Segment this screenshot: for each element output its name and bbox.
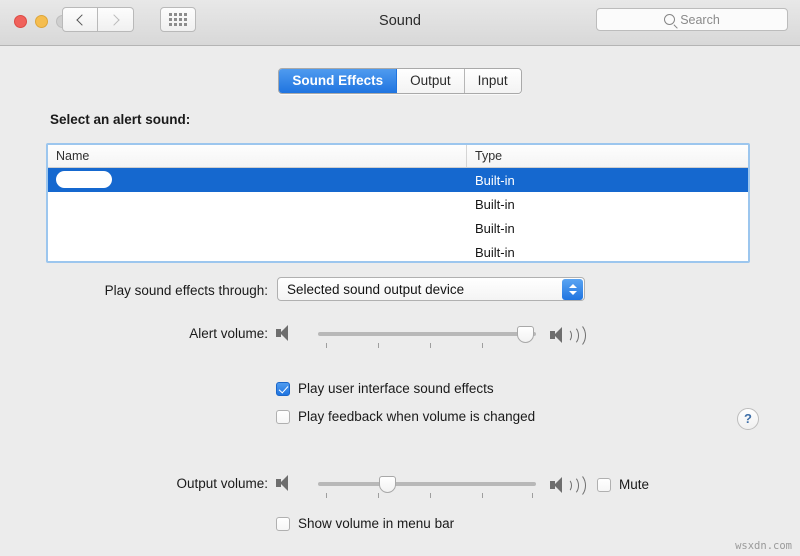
chevron-up-down-icon[interactable] — [562, 279, 583, 300]
ui-sound-effects-checkbox-row[interactable]: Play user interface sound effects — [276, 381, 494, 396]
volume-feedback-label: Play feedback when volume is changed — [298, 409, 536, 424]
slider-track[interactable] — [318, 482, 536, 486]
cell-name — [48, 219, 467, 237]
slider-knob[interactable] — [379, 476, 396, 493]
watermark: wsxdn.com — [735, 540, 792, 552]
speaker-loud-icon — [550, 323, 586, 348]
window-titlebar: Sound Search — [0, 0, 800, 46]
mute-checkbox[interactable] — [597, 477, 611, 492]
show-volume-menu-bar-label: Show volume in menu bar — [298, 516, 455, 531]
show-volume-menu-bar-checkbox[interactable] — [276, 516, 290, 531]
cell-type: Built-in — [475, 220, 515, 236]
volume-feedback-checkbox-row[interactable]: Play feedback when volume is changed — [276, 409, 535, 424]
search-input[interactable]: Search — [596, 8, 788, 31]
show-volume-menu-bar-checkbox-row[interactable]: Show volume in menu bar — [276, 516, 454, 531]
output-volume-label: Output volume: — [176, 476, 268, 491]
cell-name — [48, 170, 467, 190]
table-row[interactable]: Built-in — [48, 168, 748, 192]
mute-checkbox-row[interactable]: Mute — [597, 477, 649, 492]
search-icon — [664, 14, 676, 25]
table-header-row: Name Type — [48, 145, 748, 168]
speaker-quiet-icon — [276, 474, 294, 492]
slider-ticks — [318, 343, 536, 349]
column-header-type[interactable]: Type — [467, 145, 748, 167]
redaction-mark — [56, 171, 112, 188]
tab-output[interactable]: Output — [397, 69, 465, 93]
play-through-popup[interactable]: Selected sound output device — [277, 277, 585, 301]
search-placeholder: Search — [680, 12, 720, 27]
slider-ticks — [318, 493, 536, 499]
cell-name — [48, 196, 467, 212]
table-row[interactable]: Built-in — [48, 192, 748, 216]
column-header-name[interactable]: Name — [48, 145, 467, 167]
tab-sound-effects[interactable]: Sound Effects — [279, 69, 398, 93]
redaction-mark — [56, 245, 92, 258]
tab-bar: Sound Effects Output Input — [0, 68, 800, 94]
output-volume-slider[interactable] — [318, 476, 536, 506]
ui-sound-effects-label: Play user interface sound effects — [298, 381, 494, 396]
slider-knob[interactable] — [517, 326, 534, 343]
cell-name — [48, 244, 467, 260]
play-through-label: Play sound effects through: — [104, 283, 268, 298]
cell-type: Built-in — [475, 172, 515, 188]
ui-sound-effects-checkbox[interactable] — [276, 381, 290, 396]
alert-sound-table[interactable]: Name Type Built-in Built-in Built-in Bui… — [46, 143, 750, 263]
alert-volume-label: Alert volume: — [189, 326, 268, 341]
play-through-value: Selected sound output device — [287, 282, 465, 297]
table-row[interactable]: Built-in — [48, 216, 748, 240]
cell-type: Built-in — [475, 244, 515, 260]
tab-input[interactable]: Input — [464, 69, 521, 93]
slider-track[interactable] — [318, 332, 536, 336]
redaction-mark — [56, 220, 124, 235]
alert-volume-slider[interactable] — [318, 326, 536, 356]
speaker-quiet-icon — [276, 324, 294, 342]
volume-feedback-checkbox[interactable] — [276, 409, 290, 424]
mute-label: Mute — [619, 477, 650, 492]
alert-sound-section-label: Select an alert sound: — [50, 112, 191, 127]
redaction-mark — [56, 197, 100, 210]
cell-type: Built-in — [475, 196, 515, 212]
speaker-loud-icon — [550, 473, 586, 498]
table-row[interactable]: Built-in — [48, 240, 748, 261]
help-button[interactable]: ? — [737, 408, 759, 430]
